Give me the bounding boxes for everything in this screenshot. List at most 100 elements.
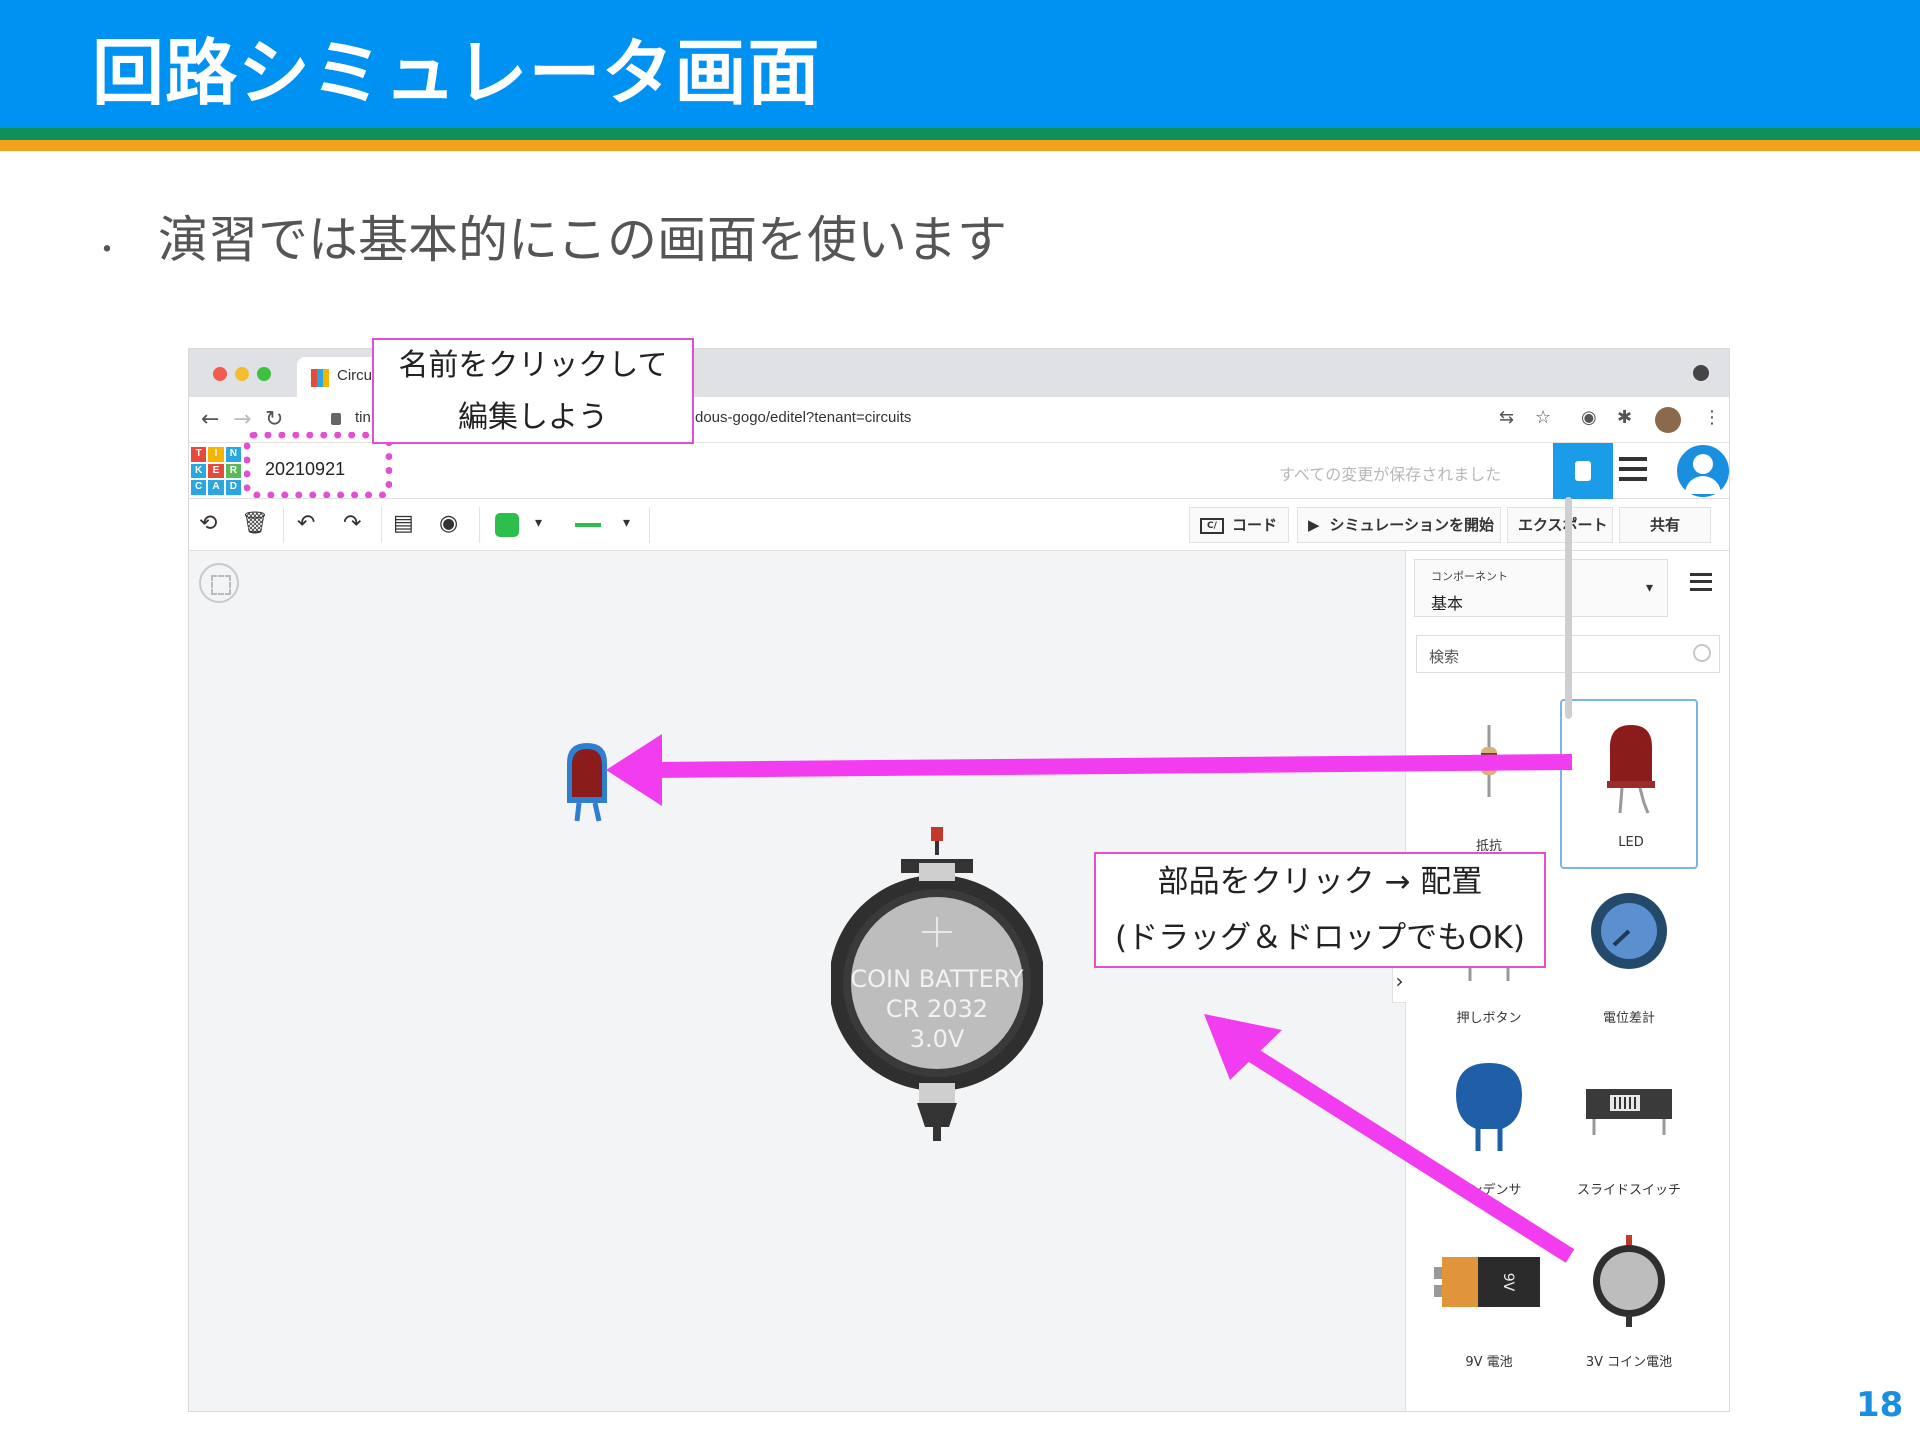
window-minimize-button[interactable] — [235, 367, 249, 381]
toolbar-divider — [283, 507, 284, 543]
save-status: すべての変更が保存されました — [1279, 465, 1502, 484]
component-slide-switch[interactable]: スライドスイッチ — [1560, 1045, 1698, 1215]
translate-icon[interactable]: ⇆ — [1499, 407, 1514, 428]
components-scrollbar[interactable] — [1565, 497, 1572, 719]
led-icon — [1607, 725, 1655, 814]
logo-letter: N — [225, 447, 241, 462]
slide-switch-icon — [1586, 1089, 1672, 1135]
rename-annotation-line-2: 編集しよう — [458, 400, 608, 435]
capacitor-icon — [1456, 1063, 1522, 1151]
chevron-down-icon[interactable]: ▾ — [535, 515, 542, 531]
logo-letter: D — [225, 480, 241, 495]
circuit-view-button[interactable] — [1553, 443, 1613, 499]
component-label: 9V 電池 — [1465, 1355, 1513, 1370]
tinkercad-header: T I N K E R C A D 20210921 すべての変更が保存されまし… — [189, 443, 1729, 499]
component-label: 押しボタン — [1456, 1011, 1522, 1026]
editor-toolbar: ⟲ 🗑 ↶ ↷ ▤ ◉ ▾ ▾ C/コード ▶ シミュレーションを開始 エクスポー… — [189, 499, 1729, 551]
export-button[interactable]: エクスポート — [1507, 507, 1613, 543]
slide-header: 回路シミュレータ画面 — [0, 0, 1920, 151]
place-annotation: 部品をクリック → 配置 (ドラッグ＆ドロップでもOK) — [1094, 852, 1546, 968]
logo-letter: E — [208, 463, 224, 479]
bullet-text: 演習では基本的にこの画面を使います — [158, 211, 1007, 269]
place-annotation-line-2: (ドラッグ＆ドロップでもOK) — [1115, 920, 1525, 956]
logo-letter: I — [208, 447, 224, 462]
potentiometer-icon — [1591, 893, 1667, 969]
schematic-view-button[interactable] — [1619, 457, 1647, 481]
page-number: 18 — [1856, 1385, 1904, 1425]
rotate-icon[interactable]: ⟲ — [199, 511, 217, 537]
component-label: スライドスイッチ — [1576, 1183, 1681, 1198]
wire-type-swatch[interactable] — [575, 523, 601, 527]
search-icon[interactable] — [1693, 644, 1711, 662]
logo-letter: A — [208, 480, 224, 495]
code-button[interactable]: C/コード — [1189, 507, 1289, 543]
logo-letter: T — [191, 447, 207, 462]
notes-icon[interactable]: ▤ — [393, 511, 414, 537]
undo-icon[interactable]: ↶ — [297, 511, 315, 537]
component-capacitor[interactable]: コンデンサ — [1420, 1045, 1558, 1215]
category-select-label: コンポーネント — [1431, 570, 1508, 583]
rename-annotation: 名前をクリックして 編集しよう — [372, 338, 694, 444]
rename-annotation-line-1: 名前をクリックして — [398, 348, 668, 383]
tinkercad-favicon-icon — [311, 369, 329, 387]
placed-led[interactable] — [563, 741, 611, 823]
nine-volt-label: 9V — [1500, 1273, 1516, 1292]
component-potentiometer[interactable]: 電位差計 — [1560, 873, 1698, 1043]
toolbar-divider — [649, 507, 650, 543]
category-select-value: 基本 — [1431, 594, 1464, 613]
coin-battery-icon — [1593, 1235, 1665, 1327]
logo-letter: R — [225, 463, 241, 479]
browser-profile-icon[interactable] — [1693, 365, 1709, 381]
puzzle-icon[interactable]: ✱ — [1617, 407, 1632, 428]
play-icon: ▶ — [1308, 516, 1320, 534]
design-name-highlight — [244, 432, 392, 498]
circuit-canvas[interactable]: COIN BATTERY CR 2032 3.0V — [189, 551, 1405, 1411]
extension-icon[interactable]: ◉ — [1581, 407, 1597, 428]
fit-view-icon[interactable] — [199, 563, 239, 603]
delete-icon[interactable]: 🗑 — [241, 511, 269, 537]
user-avatar[interactable] — [1677, 445, 1729, 497]
window-close-button[interactable] — [213, 367, 227, 381]
chevron-down-icon[interactable]: ▾ — [623, 515, 630, 531]
tab-title: Circu — [337, 367, 373, 384]
logo-letter: C — [191, 480, 207, 495]
component-9v-battery[interactable]: 9V 9V 電池 — [1420, 1217, 1558, 1387]
component-label: コンデンサ — [1456, 1183, 1522, 1198]
tinkercad-logo[interactable]: T I N K E R C A D — [191, 447, 241, 495]
back-arrow-icon[interactable]: ← — [201, 407, 219, 432]
share-button[interactable]: 共有 — [1619, 507, 1711, 543]
component-led[interactable]: LED — [1560, 699, 1698, 869]
bullet-marker: ・ — [92, 233, 122, 268]
slide-title: 回路シミュレータ画面 — [92, 31, 821, 115]
start-simulation-label: シミュレーションを開始 — [1329, 516, 1494, 534]
header-stripe-green — [0, 128, 1920, 140]
search-placeholder: 検索 — [1429, 648, 1460, 666]
wire-color-swatch[interactable] — [495, 513, 519, 537]
component-coin-battery[interactable]: 3V コイン電池 — [1560, 1217, 1698, 1387]
component-category-select[interactable]: コンポーネント 基本 ▾ — [1414, 559, 1668, 617]
url-host[interactable]: tin — [355, 409, 371, 426]
start-simulation-button[interactable]: ▶ シミュレーションを開始 — [1297, 507, 1501, 543]
window-maximize-button[interactable] — [257, 367, 271, 381]
component-resistor[interactable]: 抵抗 — [1420, 701, 1558, 871]
toolbar-divider — [479, 507, 480, 543]
code-icon: C/ — [1200, 517, 1224, 534]
header-stripe-orange — [0, 140, 1920, 151]
visibility-icon[interactable]: ◉ — [439, 511, 458, 537]
chevron-down-icon: ▾ — [1645, 580, 1653, 596]
placed-coin-battery[interactable]: COIN BATTERY CR 2032 3.0V — [831, 827, 1043, 1143]
url-path[interactable]: dous-gogo/editel?tenant=circuits — [695, 409, 911, 426]
browser-avatar[interactable] — [1655, 407, 1681, 433]
forward-arrow-icon[interactable]: → — [233, 407, 251, 432]
battery-label-line-2: CR 2032 — [886, 995, 988, 1023]
reload-icon[interactable]: ↻ — [265, 407, 283, 432]
logo-letter: K — [191, 463, 207, 479]
resistor-icon — [1481, 725, 1497, 797]
lock-icon — [331, 413, 341, 425]
bookmark-star-icon[interactable]: ☆ — [1535, 407, 1551, 428]
battery-label-line-3: 3.0V — [910, 1025, 965, 1053]
component-label: 電位差計 — [1602, 1011, 1655, 1026]
browser-menu-icon[interactable]: ⋮ — [1703, 407, 1721, 428]
redo-icon[interactable]: ↷ — [343, 511, 361, 537]
list-view-icon[interactable] — [1690, 573, 1712, 591]
